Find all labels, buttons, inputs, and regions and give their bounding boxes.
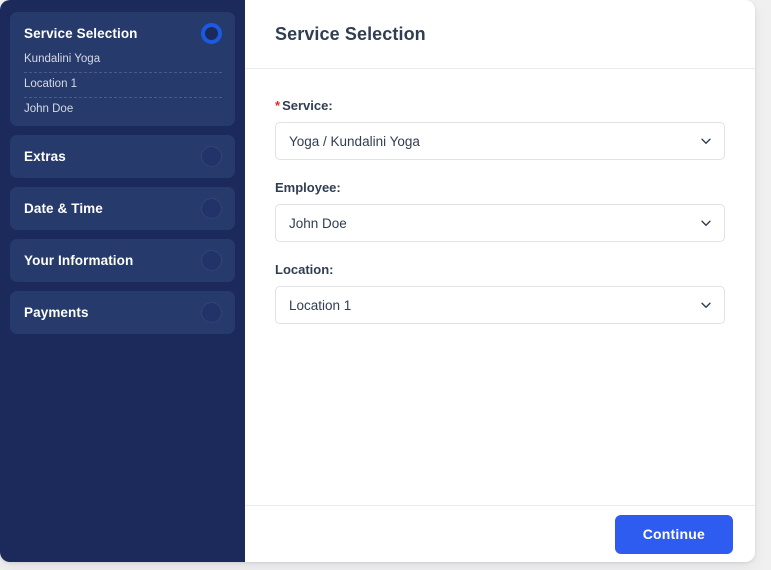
field-employee: Employee: John Doe bbox=[275, 179, 725, 242]
main-footer: Continue bbox=[245, 505, 755, 562]
sidebar-step-label: Service Selection bbox=[24, 25, 138, 41]
step-header: Extras bbox=[24, 146, 222, 167]
step-status-circle-active bbox=[201, 23, 222, 44]
field-label-service: * Service: bbox=[275, 97, 725, 114]
continue-button[interactable]: Continue bbox=[614, 514, 733, 554]
step-summary-list: Kundalini Yoga Location 1 John Doe bbox=[24, 51, 222, 117]
chevron-down-icon bbox=[700, 135, 712, 147]
required-asterisk: * bbox=[275, 98, 281, 113]
booking-wizard: Service Selection Kundalini Yoga Locatio… bbox=[0, 0, 755, 562]
main-header: Service Selection bbox=[245, 0, 755, 69]
step-header: Payments bbox=[24, 302, 222, 323]
field-service: * Service: Yoga / Kundalini Yoga bbox=[275, 97, 725, 160]
wizard-sidebar: Service Selection Kundalini Yoga Locatio… bbox=[0, 0, 245, 562]
step-status-circle bbox=[201, 302, 222, 323]
step-header: Date & Time bbox=[24, 198, 222, 219]
sidebar-step-label: Your Information bbox=[24, 252, 134, 268]
page-title: Service Selection bbox=[275, 23, 426, 44]
location-select[interactable]: Location 1 bbox=[275, 286, 725, 324]
sidebar-step-label: Date & Time bbox=[24, 200, 103, 216]
field-label-text: Service: bbox=[282, 98, 333, 113]
step-summary-item: Location 1 bbox=[24, 73, 222, 98]
sidebar-step-date-time[interactable]: Date & Time bbox=[10, 187, 235, 230]
step-summary-item: John Doe bbox=[24, 103, 74, 115]
main-panel: Service Selection * Service: Yoga / Kunda… bbox=[245, 0, 755, 562]
field-location: Location: Location 1 bbox=[275, 261, 725, 324]
service-select-value: Yoga / Kundalini Yoga bbox=[289, 133, 420, 149]
chevron-down-icon bbox=[700, 217, 712, 229]
service-select[interactable]: Yoga / Kundalini Yoga bbox=[275, 122, 725, 160]
field-label-location: Location: bbox=[275, 262, 334, 277]
field-label-employee: Employee: bbox=[275, 180, 341, 195]
employee-select[interactable]: John Doe bbox=[275, 204, 725, 242]
step-status-circle bbox=[201, 146, 222, 167]
form-body: * Service: Yoga / Kundalini Yoga Employee… bbox=[245, 69, 755, 505]
step-status-circle bbox=[201, 198, 222, 219]
step-status-circle bbox=[201, 250, 222, 271]
sidebar-step-payments[interactable]: Payments bbox=[10, 291, 235, 334]
sidebar-step-your-information[interactable]: Your Information bbox=[10, 239, 235, 282]
step-header: Service Selection bbox=[24, 23, 222, 44]
chevron-down-icon bbox=[700, 299, 712, 311]
employee-select-value: John Doe bbox=[289, 215, 347, 231]
sidebar-step-extras[interactable]: Extras bbox=[10, 135, 235, 178]
sidebar-step-label: Extras bbox=[24, 148, 66, 164]
sidebar-step-label: Payments bbox=[24, 304, 89, 320]
step-summary-item: Kundalini Yoga bbox=[24, 51, 222, 73]
sidebar-step-service-selection[interactable]: Service Selection Kundalini Yoga Locatio… bbox=[10, 12, 235, 126]
location-select-value: Location 1 bbox=[289, 297, 352, 313]
step-header: Your Information bbox=[24, 250, 222, 271]
